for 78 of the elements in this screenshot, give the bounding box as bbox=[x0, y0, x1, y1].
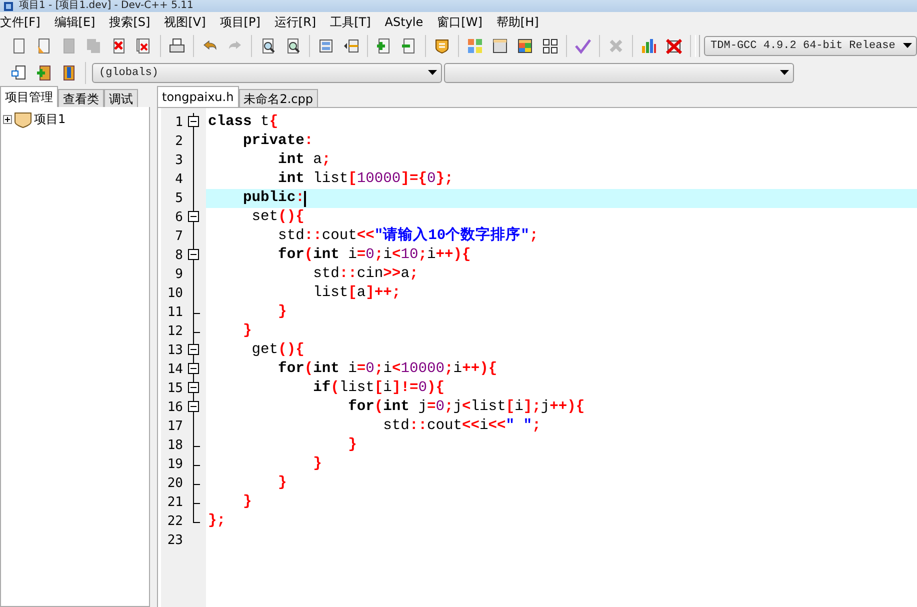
fold-toggle-icon[interactable] bbox=[188, 360, 199, 379]
menu-item[interactable]: 窗口[W] bbox=[437, 14, 490, 30]
line-number: 11 bbox=[166, 305, 183, 320]
menu-item[interactable]: 项目[P] bbox=[220, 14, 268, 30]
line-number: 21 bbox=[166, 495, 183, 510]
line-number: 15 bbox=[166, 381, 183, 396]
code-line: } bbox=[242, 493, 253, 512]
panel-tab[interactable]: 查看类 bbox=[58, 89, 104, 107]
code-line: for(int j=0;j<list[i];j++){ bbox=[347, 398, 586, 417]
fold-toggle-icon[interactable] bbox=[188, 208, 199, 227]
line-number: 19 bbox=[166, 457, 183, 472]
code-line: class t{ bbox=[207, 113, 280, 132]
line-number: 20 bbox=[166, 476, 183, 491]
line-number: 6 bbox=[174, 210, 183, 225]
line-number: 1 bbox=[174, 115, 183, 130]
menu-item[interactable]: 工具[T] bbox=[330, 14, 378, 30]
code-line: } bbox=[277, 303, 288, 322]
code-line: set(){ bbox=[250, 208, 306, 227]
code-line: } bbox=[242, 322, 253, 341]
fold-toggle-icon[interactable] bbox=[188, 113, 199, 132]
dropdown-caret-icon bbox=[780, 70, 789, 75]
line-number: 9 bbox=[174, 267, 183, 282]
app-icon bbox=[4, 2, 13, 10]
menu-item[interactable]: 帮助[H] bbox=[496, 14, 546, 30]
menu-item[interactable]: AStyle bbox=[384, 15, 430, 29]
expand-icon[interactable] bbox=[3, 115, 12, 124]
code-line: } bbox=[312, 455, 323, 474]
menu-item[interactable]: 运行[R] bbox=[274, 14, 324, 30]
fold-toggle-icon[interactable] bbox=[188, 246, 199, 265]
code-line: list[a]++; bbox=[312, 284, 402, 303]
code-line: std::cin>>a; bbox=[312, 265, 420, 284]
line-number: 22 bbox=[166, 514, 183, 529]
scope-dropdown[interactable]: (globals) bbox=[92, 62, 442, 82]
window-title: 项目1 - [项目1.dev] - Dev-C++ 5.11 bbox=[19, 0, 194, 12]
compiler-dropdown[interactable]: TDM-GCC 4.9.2 64-bit Release bbox=[704, 36, 917, 56]
code-line: if(list[i]!=0){ bbox=[312, 379, 446, 398]
dropdown-caret-icon bbox=[428, 70, 437, 75]
code-line: int list[10000]={0}; bbox=[277, 170, 454, 189]
tree-item[interactable]: 项目1 bbox=[34, 111, 66, 128]
line-number: 3 bbox=[174, 153, 183, 168]
code-line: for(int i=0;i<10000;i++){ bbox=[277, 360, 498, 379]
menu-item[interactable]: 搜索[S] bbox=[109, 14, 158, 30]
panel-tab[interactable]: 调试 bbox=[104, 89, 138, 107]
line-number: 16 bbox=[166, 400, 183, 415]
line-number: 23 bbox=[166, 533, 183, 548]
line-number: 14 bbox=[166, 362, 183, 377]
menu-item[interactable]: 视图[V] bbox=[164, 14, 213, 30]
line-number: 7 bbox=[174, 229, 183, 244]
line-number: 5 bbox=[174, 191, 183, 206]
code-line: } bbox=[347, 436, 358, 455]
line-number: 17 bbox=[166, 419, 183, 434]
line-number: 18 bbox=[166, 438, 183, 453]
fold-toggle-icon[interactable] bbox=[188, 398, 199, 417]
code-line: private: bbox=[242, 132, 314, 151]
code-line: for(int i=0;i<10;i++){ bbox=[277, 246, 472, 265]
code-line: } bbox=[277, 474, 288, 493]
file-tab[interactable]: 未命名2.cpp bbox=[238, 89, 318, 107]
line-number: 13 bbox=[166, 343, 183, 358]
line-number: 10 bbox=[166, 286, 183, 301]
text-cursor bbox=[304, 190, 306, 206]
dropdown-caret-icon bbox=[903, 43, 912, 48]
fold-toggle-icon[interactable] bbox=[188, 341, 199, 360]
code-line: get(){ bbox=[250, 341, 306, 360]
shield-icon bbox=[14, 112, 32, 128]
menu-item[interactable]: 文件[F] bbox=[0, 14, 48, 30]
code-line: int a; bbox=[277, 151, 332, 170]
line-number: 4 bbox=[174, 172, 183, 187]
line-number: 12 bbox=[166, 324, 183, 339]
fold-toggle-icon[interactable] bbox=[188, 379, 199, 398]
line-number: 8 bbox=[174, 248, 183, 263]
code-line: std::cout<<"请输入10个数字排序"; bbox=[277, 227, 540, 246]
code-line: }; bbox=[207, 512, 227, 531]
line-number: 2 bbox=[174, 134, 183, 149]
file-tab[interactable]: tongpaixu.h bbox=[157, 86, 239, 107]
code-line: std::cout<<i<<" "; bbox=[382, 417, 542, 436]
panel-tab[interactable]: 项目管理 bbox=[0, 86, 58, 107]
symbol-dropdown[interactable] bbox=[444, 62, 794, 82]
menu-item[interactable]: 编辑[E] bbox=[54, 14, 102, 30]
